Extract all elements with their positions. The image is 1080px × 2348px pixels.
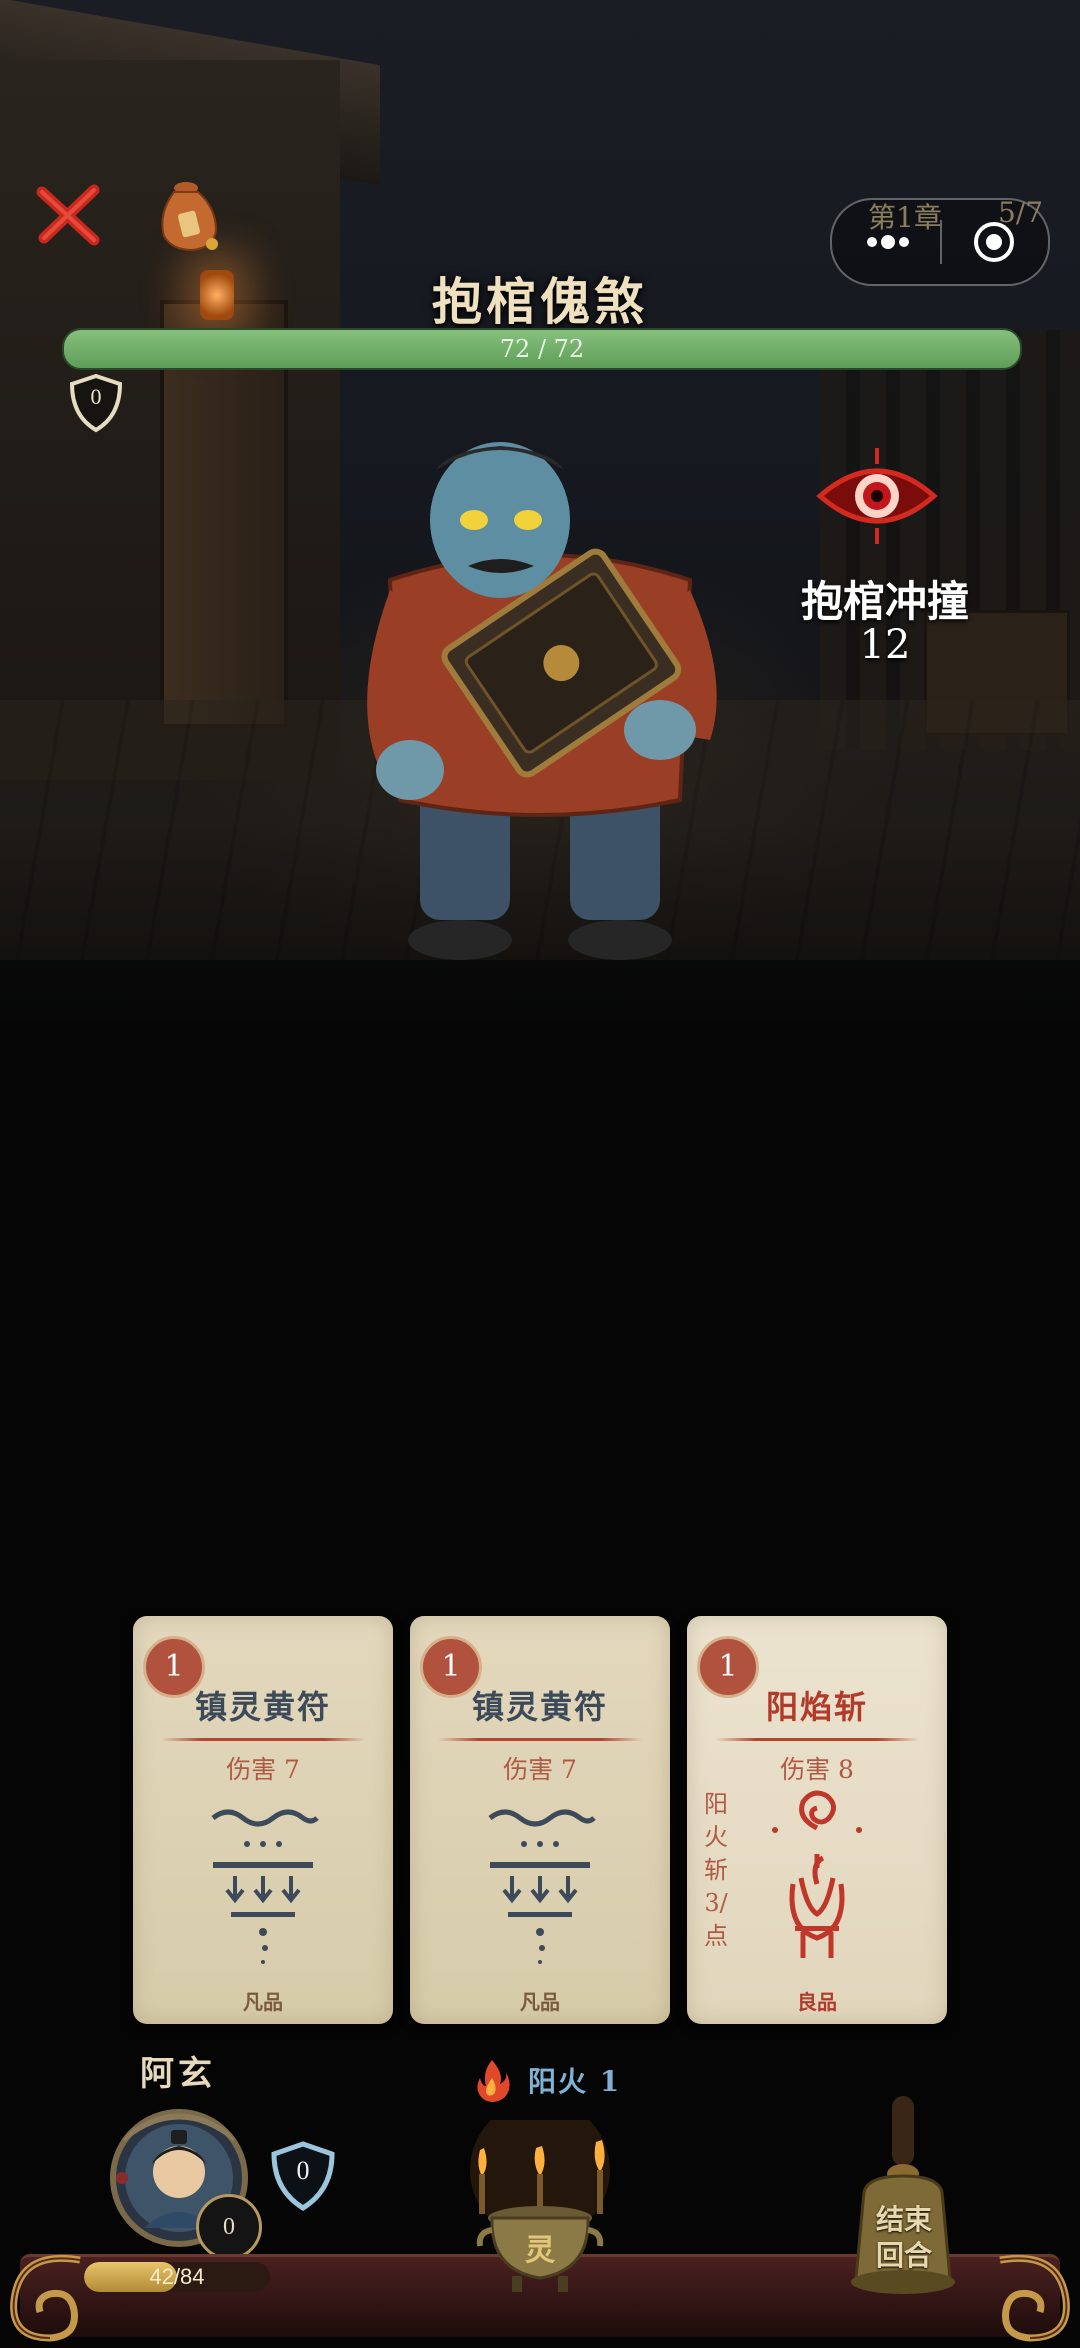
- card-title: 阳焰斩: [765, 1688, 868, 1726]
- player-shield-value: 0: [296, 2156, 310, 2185]
- fire-icon: [477, 2060, 510, 2102]
- player-hp-bar: 42/84: [84, 2262, 270, 2292]
- card-divider: [161, 1738, 365, 1741]
- player-block-badge: 0: [196, 2194, 262, 2260]
- enemy-sprite[interactable]: [350, 440, 730, 1000]
- card-title: 镇灵黄符: [471, 1688, 608, 1726]
- close-icon: [36, 184, 100, 246]
- end-turn-label-line2: 回合: [875, 2239, 932, 2272]
- scroll-ornament-right: [999, 2254, 1070, 2342]
- enemy-block-value: 0: [90, 384, 102, 409]
- bell-icon: [851, 2096, 955, 2294]
- enemy-hp-text: 72 / 72: [499, 335, 585, 363]
- card-rarity: 凡品: [243, 1990, 283, 2014]
- flame-sigil-icon: [772, 1790, 862, 1958]
- incense-glyph: 灵: [525, 2233, 555, 2268]
- stage-progress: 5/7: [998, 196, 1044, 229]
- coin-bag-button[interactable]: [152, 174, 224, 252]
- end-turn-label-line1: 结束: [875, 2203, 932, 2236]
- card-rarity: 良品: [797, 1990, 837, 2014]
- end-turn-button[interactable]: [838, 2096, 968, 2306]
- card-rarity: 凡品: [520, 1990, 560, 2014]
- player-hp-current: 42: [149, 2264, 174, 2289]
- player-hp-text: 42/84: [84, 2262, 270, 2292]
- scroll-ornament-left: [10, 2254, 81, 2342]
- talisman-glyph-icon: [211, 1809, 319, 1964]
- hand-card[interactable]: 1 镇灵黄符 伤害 7 凡品: [410, 1616, 670, 2024]
- incense-burner-icon: 灵: [470, 2120, 610, 2292]
- card-divider: [438, 1738, 642, 1741]
- player-hp-max: /84: [173, 2264, 205, 2289]
- card-side-text: 阳火斩3/点: [704, 1790, 728, 1950]
- coin-bag-icon: [161, 182, 218, 252]
- energy-label: 阳火 1: [528, 2065, 622, 2098]
- hand-card[interactable]: 1 镇灵黄符 伤害 7 凡品: [133, 1616, 393, 2024]
- talisman-glyph-icon: [488, 1809, 596, 1964]
- card-title: 镇灵黄符: [194, 1688, 331, 1726]
- enemy-intent-name: 抱棺冲撞: [800, 577, 969, 626]
- hand-card[interactable]: 1 阳焰斩 伤害 8 阳火斩3/点 良品: [687, 1616, 947, 2024]
- enemy-name: 抱棺傀煞: [432, 272, 648, 331]
- chapter-label: 第1章: [868, 201, 942, 234]
- card-divider: [715, 1738, 919, 1741]
- enemy-intent-value: 12: [859, 622, 911, 668]
- enemy-hp-bar: 72 / 72: [62, 328, 1022, 370]
- end-turn-label: 结束 回合: [862, 2202, 946, 2274]
- close-button[interactable]: [32, 178, 104, 250]
- player-name: 阿玄: [140, 2054, 216, 2094]
- card-description: 伤害 7: [503, 1755, 577, 1784]
- card-description: 伤害 8: [780, 1755, 854, 1784]
- battle-screen: 第1章 5/7 抱棺傀煞 72 / 72 0 抱棺冲撞 12 1 镇灵黄符 伤害…: [0, 0, 1080, 2348]
- evil-eye-icon[interactable]: [812, 446, 942, 546]
- card-description: 伤害 7: [226, 1755, 300, 1784]
